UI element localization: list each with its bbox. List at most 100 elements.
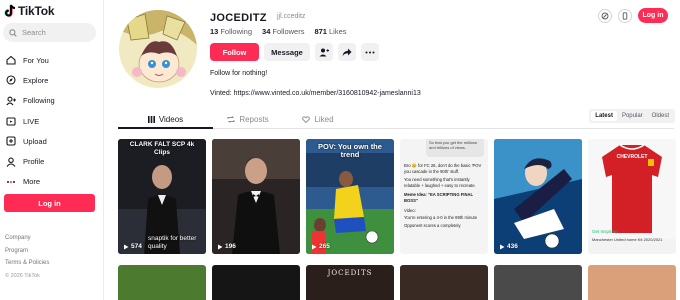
more-icon — [6, 177, 16, 187]
play-icon — [500, 244, 505, 249]
view-count: 436 — [499, 243, 518, 250]
sort-latest[interactable]: Latest — [591, 111, 617, 121]
repost-icon — [227, 116, 235, 123]
sidebar-item-explore[interactable]: Explore — [6, 70, 98, 90]
tab-reposts[interactable]: Reposts — [213, 110, 283, 129]
sidebar-item-following[interactable]: Following — [6, 91, 98, 111]
video-card[interactable] — [588, 265, 676, 300]
followers-count: 34 — [262, 27, 271, 36]
sidebar-item-label: Following — [23, 96, 55, 106]
profile-username: JOCEDITZ — [210, 12, 267, 24]
sidebar-item-label: More — [23, 177, 41, 187]
profile-actions: Follow Message — [210, 43, 379, 61]
video-caption-top: CLARK FALT SCP 4k Clips — [129, 141, 195, 156]
ellipsis-icon — [365, 51, 375, 53]
compass-icon — [6, 75, 16, 85]
video-thumbnail — [494, 139, 582, 254]
sidebar-item-label: Explore — [23, 75, 49, 85]
sidebar: TikTok For You Explore Following LIVE Up… — [0, 0, 104, 300]
sort-popular[interactable]: Popular — [618, 111, 647, 121]
search-icon — [9, 28, 17, 37]
footer-link-program[interactable]: Program — [5, 245, 49, 258]
view-count: 574 — [123, 243, 142, 250]
add-friend-icon — [319, 48, 329, 56]
message-button[interactable]: Message — [264, 43, 310, 61]
active-tab-indicator — [118, 127, 213, 129]
footer-link-terms[interactable]: Terms & Policies — [5, 257, 49, 270]
home-icon — [6, 55, 16, 65]
video-card[interactable]: 196 — [212, 139, 300, 254]
header-login-button[interactable]: Log in — [638, 8, 668, 23]
sidebar-item-profile[interactable]: Profile — [6, 151, 98, 171]
video-card[interactable]: CHEVROLET Get Inspiring Manchester Unite… — [588, 139, 676, 254]
sidebar-item-live[interactable]: LIVE — [6, 111, 98, 131]
followers-stat[interactable]: 34 Followers — [262, 27, 304, 36]
sidebar-item-label: LIVE — [23, 116, 40, 126]
video-grid: CLARK FALT SCP 4k Clips snaptik for bett… — [118, 139, 676, 300]
footer-link-company[interactable]: Company — [5, 232, 49, 245]
sidebar-nav: For You Explore Following LIVE Upload Pr… — [6, 50, 98, 192]
footer-links: Company Program Terms & Policies © 2026 … — [5, 232, 49, 282]
video-card[interactable] — [494, 265, 582, 300]
play-icon — [218, 244, 223, 249]
tab-liked[interactable]: Liked — [283, 110, 353, 129]
profile-icon — [6, 157, 16, 167]
chat-bubble: So that you get the millions and trillio… — [426, 139, 484, 157]
sidebar-item-label: Upload — [23, 136, 47, 146]
video-caption-bottom: Get Inspiring — [592, 229, 618, 234]
tiktok-logo-icon — [4, 4, 16, 17]
profile-avatar — [119, 10, 197, 88]
video-card[interactable] — [118, 265, 206, 300]
video-card[interactable]: CLARK FALT SCP 4k Clips snaptik for bett… — [118, 139, 206, 254]
share-button[interactable] — [338, 43, 356, 61]
tab-label: Videos — [158, 115, 184, 124]
sidebar-item-for-you[interactable]: For You — [6, 50, 98, 70]
jersey-caption: Manchester United home Kit 2020/2021 — [592, 237, 663, 242]
chat-message: Bro 😊 for FC 26, don't do the basic 'POV… — [404, 163, 482, 228]
heart-icon — [302, 116, 311, 123]
jersey-sponsor: CHEVROLET — [616, 154, 648, 160]
search-input[interactable] — [22, 28, 92, 37]
sidebar-item-upload[interactable]: Upload — [6, 131, 98, 151]
creator-tools-icon[interactable] — [598, 8, 612, 23]
video-thumbnail — [212, 139, 300, 254]
copyright-text: © 2026 TikTok — [5, 272, 40, 279]
profile-bio: Follow for nothing! — [210, 70, 268, 77]
tab-label: Reposts — [239, 115, 269, 124]
sidebar-item-label: Profile — [23, 157, 45, 167]
tiktok-logo[interactable]: TikTok — [4, 4, 55, 18]
play-icon — [124, 244, 129, 249]
view-count: 196 — [217, 243, 236, 250]
profile-stats: 13 Following 34 Followers 871 Likes — [210, 27, 347, 36]
view-count: 265 — [311, 243, 330, 250]
sidebar-item-more[interactable]: More — [6, 172, 98, 192]
video-caption-top: POV: You own the trend — [318, 142, 382, 159]
get-app-icon[interactable] — [618, 8, 632, 23]
sort-oldest[interactable]: Oldest — [648, 111, 673, 121]
following-icon — [6, 96, 16, 106]
profile-handle: jjl.cceditz — [277, 13, 306, 20]
tiktok-wordmark: TikTok — [18, 4, 55, 18]
play-icon — [312, 244, 317, 249]
following-label: Following — [220, 27, 253, 36]
video-caption-bottom: snaptik for better quality — [148, 235, 197, 250]
tab-label: Liked — [314, 115, 334, 124]
video-card[interactable]: POV: You own the trend 265 — [306, 139, 394, 254]
video-card[interactable] — [212, 265, 300, 300]
video-card[interactable]: JOCEDITS — [306, 265, 394, 300]
following-stat[interactable]: 13 Following — [210, 27, 252, 36]
grid-icon — [147, 116, 155, 123]
profile-link[interactable]: Vinted: https://www.vinted.co.uk/member/… — [210, 90, 421, 97]
follow-button[interactable]: Follow — [210, 43, 259, 61]
sidebar-login-button[interactable]: Log in — [4, 194, 95, 212]
video-card[interactable]: 436 — [494, 139, 582, 254]
upload-icon — [6, 136, 16, 146]
more-options-button[interactable] — [361, 43, 379, 61]
likes-label: Likes — [328, 27, 347, 36]
video-card[interactable]: So that you get the millions and trillio… — [400, 139, 488, 254]
suggested-accounts-button[interactable] — [315, 43, 333, 61]
video-card[interactable] — [400, 265, 488, 300]
search-bar[interactable] — [3, 23, 96, 42]
avatar-image — [119, 10, 197, 88]
following-count: 13 — [210, 27, 219, 36]
